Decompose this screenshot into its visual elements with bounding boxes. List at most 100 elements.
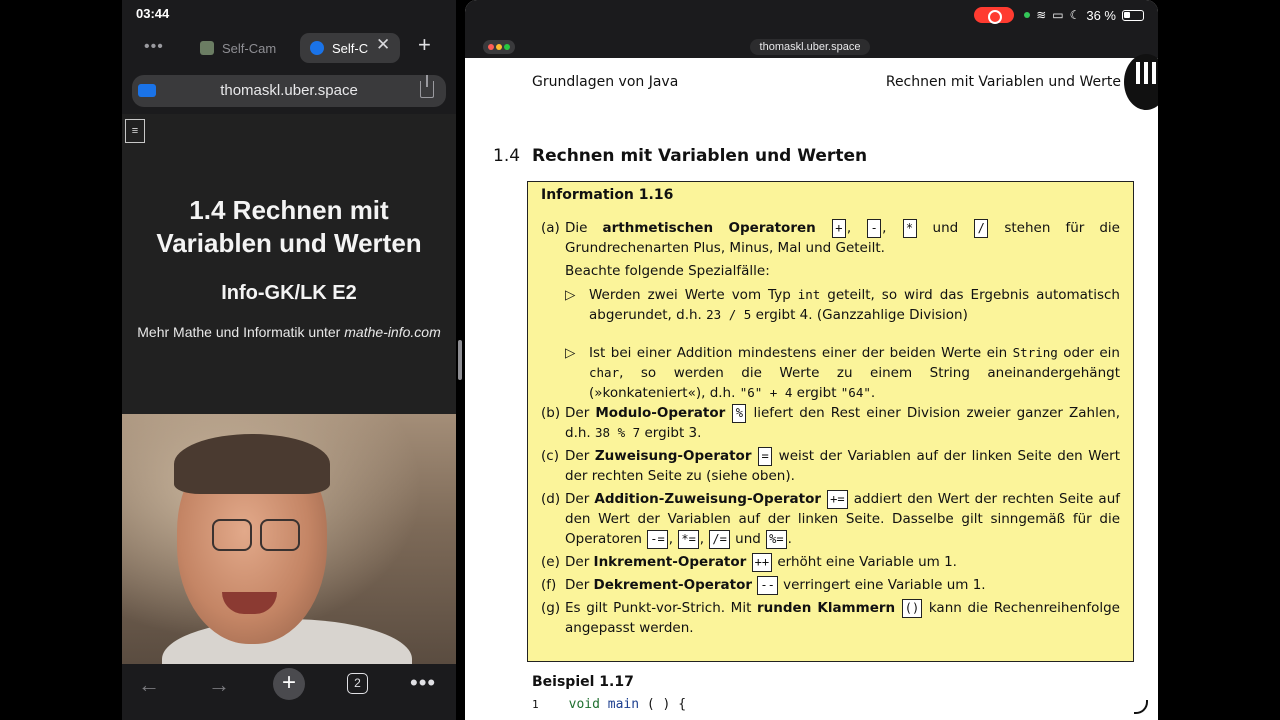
text: erhöht eine Variable um 1. [773,554,957,570]
slide-title-line1: 1.4 Rechnen mit [189,195,389,225]
close-dot-icon[interactable] [488,44,494,50]
tab-label: Self-C [332,40,369,56]
line-number: 1 [532,698,539,711]
menu-icon[interactable]: ≡ [125,119,145,143]
text: ergibt [792,385,841,401]
operator-box: % [732,404,747,423]
item-label: (b) [541,405,561,421]
triangle-bullet-icon: ▷ [565,287,576,303]
info-item-d: (d) Der Addition-Zuweisung-Operator += a… [541,490,1121,549]
operator-box: ++ [751,553,773,572]
bullet-item: ▷ Ist bei einer Addition mindestens eine… [541,343,1120,403]
operator-box: / [974,219,989,238]
right-address-url[interactable]: thomaskl.uber.space [750,39,870,55]
info-item-a: (a) Die arthmetischen Operatoren +, -, *… [541,219,1120,256]
text: . [787,531,792,547]
new-tab-icon[interactable]: + [418,32,431,58]
slide-note-link[interactable]: mathe-info.com [344,324,440,340]
code-rest: ( ) { [639,697,687,712]
status-time: 03:44 [136,6,170,21]
operator-box: *= [678,530,699,549]
text: Der [565,554,594,570]
code-line: 1 void main ( ) { [532,697,686,712]
text: Es gilt Punkt-vor-Strich. Mit [565,600,758,616]
section-number: 1.4 [493,146,521,166]
slide-title: 1.4 Rechnen mit Variablen und Werten [122,194,456,260]
more-ellipsis-icon[interactable]: ••• [410,670,436,696]
video-glasses-left [212,519,252,551]
information-box: Information 1.16 (a) Die arthmetischen O… [527,181,1134,662]
info-item-f: (f) Der Dekrement-Operator -- verringert… [541,575,1120,595]
special-cases-note: Beachte folgende Spezialfälle: [565,263,770,279]
tabs-more-icon[interactable]: ••• [144,38,164,56]
section-title: Rechnen mit Variablen und Werten [532,146,868,166]
share-icon[interactable] [420,75,434,98]
left-browser-pane: 03:44 ••• Self-Cam Self-C ✕ + thomaskl.u… [122,0,456,720]
text: Der [565,405,596,421]
text: Der [565,448,595,464]
forward-arrow-icon[interactable]: → [208,672,230,698]
running-header-left: Grundlagen von Java [532,74,679,90]
operator-box: - [867,219,882,238]
text: und [730,531,766,547]
term: Zuweisung-Operator [594,448,752,464]
example-title: Beispiel 1.17 [532,674,634,690]
text: ergibt 3. [640,425,702,441]
text: verringert eine Variable um 1. [778,577,986,593]
item-label: (e) [541,554,560,570]
item-label: (d) [541,491,561,507]
slide-title-line2: Variablen und Werten [156,228,422,258]
text: ergibt 4. (Ganzzahlige Division) [751,307,968,323]
plus-icon[interactable]: + [273,668,305,700]
operator-box: /= [709,530,730,549]
tab-bar: ••• Self-Cam Self-C ✕ + [122,30,456,64]
operator-box: () [901,599,923,618]
address-url[interactable]: thomaskl.uber.space [132,82,446,99]
video-glasses-right [260,519,300,551]
operator-box: + [831,219,846,238]
page-curl-icon[interactable] [1134,700,1148,714]
text: und [917,220,974,236]
tab-count-button[interactable]: 2 [347,673,368,694]
text: Der [565,577,594,593]
screen-mirroring-icon: ▭ [1052,8,1064,22]
tab-self-cam[interactable]: Self-Cam [190,33,296,63]
code: "6" + 4 [739,385,793,400]
logo-icon [1124,54,1158,110]
code: char [589,365,620,380]
info-item-b: (b) Der Modulo-Operator % liefert den Re… [541,403,1120,443]
info-item-e: (e) Der Inkrement-Operator ++ erhöht ein… [541,552,1120,572]
code: 23 / 5 [706,307,752,322]
wifi-icon: ≋ [1036,8,1047,22]
maximize-dot-icon[interactable] [504,44,510,50]
item-label: (c) [541,448,559,464]
close-tab-icon[interactable]: ✕ [376,35,390,55]
tab-favicon-icon [310,41,324,55]
text: Die [565,220,603,236]
term: Modulo-Operator [595,405,726,421]
text: Werden zwei Werte vom Typ [589,287,798,303]
text: Ist bei einer Addition mindestens einer … [589,345,1013,361]
item-label: (f) [541,577,557,593]
slide-subtitle: Info-GK/LK E2 [221,282,357,304]
operator-box: %= [766,530,787,549]
code: "64" [840,385,871,400]
code: int [797,287,821,302]
term: Inkrement-Operator [593,554,747,570]
operator-box: += [827,490,848,509]
split-view-handle[interactable] [458,340,462,380]
self-cam-video [122,414,456,664]
term: Addition-Zuweisung-Operator [594,491,822,507]
text: oder ein [1057,345,1120,361]
code: String [1012,345,1058,360]
right-browser-pane: thomaskl.uber.space ≋ ▭ ☾ 36 % Grundlage… [465,0,1158,720]
window-controls[interactable] [483,40,515,54]
status-bar: ≋ ▭ ☾ 36 % [974,6,1144,24]
operator-box: -- [757,576,778,595]
term: runden Klammern [757,600,896,616]
screen-recording-icon[interactable] [974,7,1015,24]
tab-label: Self-Cam [222,40,277,56]
address-bar[interactable]: thomaskl.uber.space [132,75,446,107]
minimize-dot-icon[interactable] [496,44,502,50]
back-arrow-icon[interactable]: ← [138,672,160,698]
